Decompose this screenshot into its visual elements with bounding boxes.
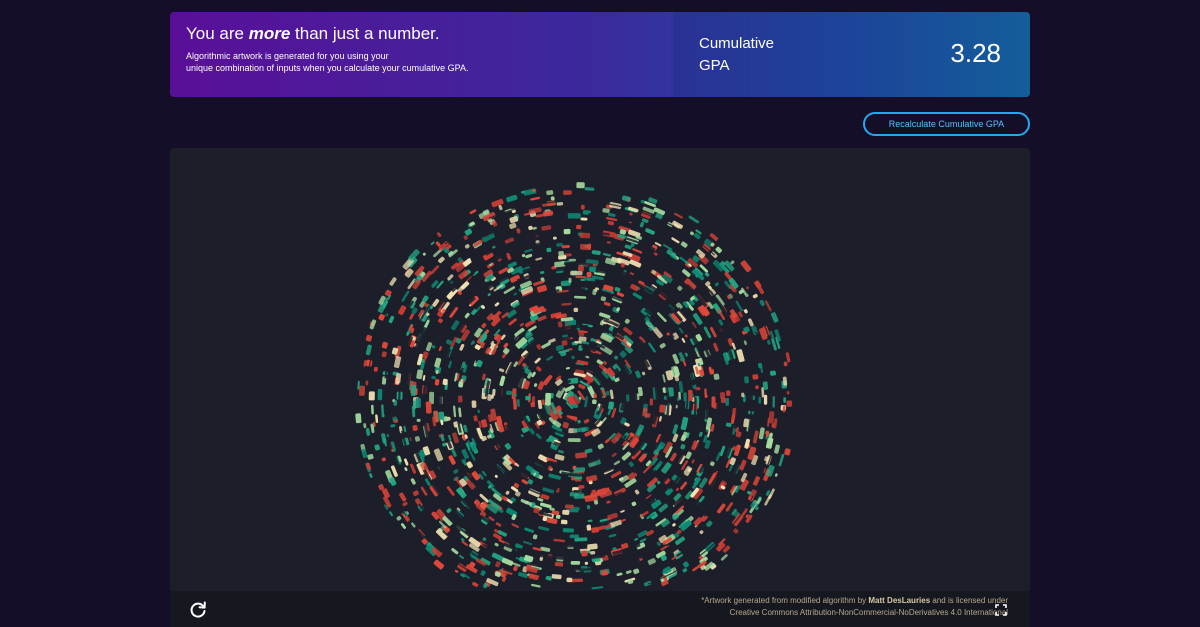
- refresh-icon[interactable]: [188, 600, 208, 620]
- credit-prefix: *Artwork generated from modified algorit…: [701, 596, 869, 605]
- headline-suffix: than just a number.: [290, 24, 440, 43]
- gpa-label: Cumulative GPA: [699, 33, 809, 77]
- banner-headline: You are more than just a number.: [186, 23, 657, 44]
- generative-artwork: [355, 182, 793, 591]
- credit-license: Creative Commons Attribution-NonCommerci…: [729, 608, 1008, 617]
- gpa-summary: Cumulative GPA 3.28: [673, 12, 1030, 97]
- banner-message: You are more than just a number. Algorit…: [170, 12, 673, 97]
- credit-line-1: *Artwork generated from modified algorit…: [588, 595, 1008, 607]
- artwork-credit: *Artwork generated from modified algorit…: [588, 595, 1008, 619]
- recalculate-gpa-button[interactable]: Recalculate Cumulative GPA: [863, 112, 1030, 136]
- banner-subtext: Algorithmic artwork is generated for you…: [186, 50, 506, 74]
- headline-prefix: You are: [186, 24, 249, 43]
- subtext-line-1: Algorithmic artwork is generated for you…: [186, 51, 389, 61]
- headline-emphasis: more: [248, 24, 291, 43]
- fullscreen-icon[interactable]: [995, 604, 1007, 616]
- gpa-value: 3.28: [950, 38, 1001, 68]
- credit-author: Matt DesLauries: [868, 596, 931, 605]
- subtext-line-2: unique combination of inputs when you ca…: [186, 63, 469, 73]
- artwork-panel: *Artwork generated from modified algorit…: [170, 148, 1030, 627]
- gpa-banner: You are more than just a number. Algorit…: [170, 12, 1030, 97]
- artwork-footer: *Artwork generated from modified algorit…: [170, 591, 1030, 627]
- gpa-label-line-2: GPA: [699, 57, 730, 74]
- artwork-swirl: [355, 182, 793, 591]
- gpa-label-line-1: Cumulative: [699, 35, 775, 52]
